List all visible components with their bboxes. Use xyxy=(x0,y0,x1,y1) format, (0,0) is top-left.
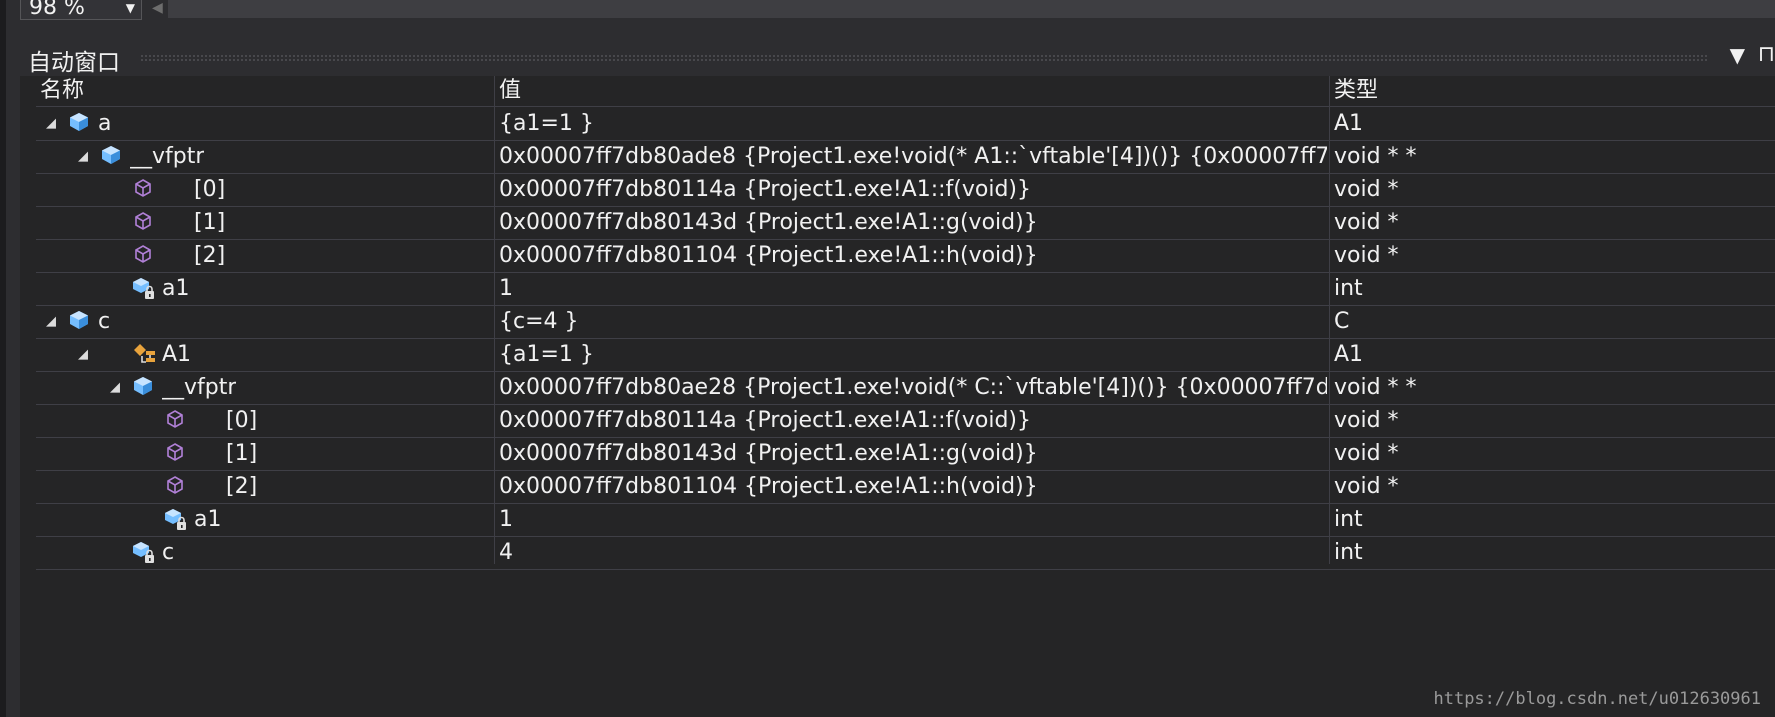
variable-type: void * xyxy=(1334,243,1399,268)
variable-name: [0] xyxy=(226,408,258,433)
variable-name: [2] xyxy=(194,243,226,268)
method-cube-icon xyxy=(132,177,154,203)
method-cube-icon xyxy=(164,441,186,467)
variable-type: int xyxy=(1334,276,1363,301)
variable-value[interactable]: 0x00007ff7db80114a {Project1.exe!A1::f(v… xyxy=(499,173,1327,206)
variable-value[interactable]: {c=4 } xyxy=(499,305,1327,338)
panel-title: 自动窗口 xyxy=(28,50,120,76)
variable-value[interactable]: 0x00007ff7db801104 {Project1.exe!A1::h(v… xyxy=(499,239,1327,272)
window-menu-dropdown-icon[interactable]: ▼ xyxy=(1730,43,1745,67)
expand-collapse-icon[interactable]: ◢ xyxy=(110,371,120,404)
variable-row[interactable]: [0] 0x00007ff7db80114a {Project1.exe!A1::… xyxy=(36,404,1775,438)
variable-row[interactable]: [2] 0x00007ff7db801104 {Project1.exe!A1::… xyxy=(36,239,1775,273)
variable-type: C xyxy=(1334,309,1350,334)
watermark: https://blog.csdn.net/u012630961 xyxy=(1433,689,1761,709)
variable-row[interactable]: a1 1 int xyxy=(36,272,1775,306)
variable-name: __vfptr xyxy=(162,375,237,400)
private-field-icon xyxy=(132,540,158,570)
variable-type: void * xyxy=(1334,474,1399,499)
variable-type: void * xyxy=(1334,177,1399,202)
variable-value[interactable]: 0x00007ff7db80114a {Project1.exe!A1::f(v… xyxy=(499,404,1327,437)
variable-value[interactable]: 0x00007ff7db80ade8 {Project1.exe!void(* … xyxy=(499,140,1327,173)
chevron-down-icon: ▼ xyxy=(125,1,135,15)
private-field-icon xyxy=(132,276,158,306)
method-cube-icon xyxy=(164,408,186,434)
variable-name: __vfptr xyxy=(130,144,205,169)
variable-type: int xyxy=(1334,540,1363,565)
variable-type: void * * xyxy=(1334,375,1417,400)
variable-row[interactable]: [1] 0x00007ff7db80143d {Project1.exe!A1::… xyxy=(36,437,1775,471)
grid-header: 名称 值 类型 xyxy=(36,76,1775,107)
method-cube-icon xyxy=(164,474,186,500)
variables-grid: 名称 值 类型 ◢ a {a1=1 } A1 ◢ __vfptr 0x00007ff7db8… xyxy=(36,76,1775,717)
method-cube-icon xyxy=(132,210,154,236)
variable-row[interactable]: ◢ A1 {a1=1 } A1 xyxy=(36,338,1775,372)
variable-row[interactable]: ◢ __vfptr 0x00007ff7db80ade8 {Project1.exe… xyxy=(36,140,1775,174)
variable-type: A1 xyxy=(1334,342,1364,367)
base-class-icon xyxy=(132,342,160,372)
column-header-value[interactable]: 值 xyxy=(499,76,521,106)
expand-collapse-icon[interactable]: ◢ xyxy=(78,140,88,173)
variable-name: a xyxy=(98,111,112,136)
variable-value[interactable]: {a1=1 } xyxy=(499,338,1327,371)
pin-icon[interactable]: ⊓ xyxy=(1758,42,1775,67)
variable-name: [1] xyxy=(226,441,258,466)
field-cube-icon xyxy=(132,375,154,401)
variable-value[interactable]: 0x00007ff7db801104 {Project1.exe!A1::h(v… xyxy=(499,470,1327,503)
panel-titlebar: 自动窗口 ▼ ⊓ xyxy=(20,40,1775,76)
private-field-icon xyxy=(164,507,190,537)
variable-name: c xyxy=(98,309,111,334)
window-left-edge xyxy=(0,0,6,717)
column-header-type[interactable]: 类型 xyxy=(1334,76,1378,106)
variable-value[interactable]: 0x00007ff7db80ae28 {Project1.exe!void(* … xyxy=(499,371,1327,404)
variable-type: void * * xyxy=(1334,144,1417,169)
variable-value[interactable]: 1 xyxy=(499,503,1327,536)
variable-type: void * xyxy=(1334,210,1399,235)
variable-value[interactable]: 0x00007ff7db80143d {Project1.exe!A1::g(v… xyxy=(499,206,1327,239)
horizontal-scrollbar[interactable] xyxy=(168,0,1775,18)
field-cube-icon xyxy=(100,144,122,170)
variable-name: [1] xyxy=(194,210,226,235)
variable-value[interactable]: 0x00007ff7db80143d {Project1.exe!A1::g(v… xyxy=(499,437,1327,470)
variable-row[interactable]: ◢ a {a1=1 } A1 xyxy=(36,107,1775,141)
autos-window: 自动窗口 ▼ ⊓ 名称 值 类型 ◢ a {a1=1 } A1 ◢ __vfptr 0x00… xyxy=(20,40,1775,717)
titlebar-grip[interactable] xyxy=(140,54,1707,62)
variable-row[interactable]: c 4 int xyxy=(36,536,1775,570)
zoom-value: 98 % xyxy=(29,0,85,20)
variable-name: c xyxy=(162,540,175,565)
expand-collapse-icon[interactable]: ◢ xyxy=(46,305,56,338)
expand-collapse-icon[interactable]: ◢ xyxy=(46,107,56,140)
variable-type: int xyxy=(1334,507,1363,532)
field-cube-icon xyxy=(68,309,90,335)
editor-toolbar: 98 % ▼ ◀ xyxy=(6,0,1775,36)
variable-row[interactable]: ◢ c {c=4 } C xyxy=(36,305,1775,339)
variable-name: A1 xyxy=(162,342,192,367)
variable-type: A1 xyxy=(1334,111,1364,136)
variable-name: [2] xyxy=(226,474,258,499)
variable-value[interactable]: 4 xyxy=(499,536,1327,569)
variable-row[interactable]: [2] 0x00007ff7db801104 {Project1.exe!A1::… xyxy=(36,470,1775,504)
expand-collapse-icon[interactable]: ◢ xyxy=(78,338,88,371)
variable-type: void * xyxy=(1334,441,1399,466)
variable-type: void * xyxy=(1334,408,1399,433)
variable-name: a1 xyxy=(194,507,222,532)
variable-name: a1 xyxy=(162,276,190,301)
method-cube-icon xyxy=(132,243,154,269)
variable-row[interactable]: ◢ __vfptr 0x00007ff7db80ae28 {Project1.exe… xyxy=(36,371,1775,405)
scroll-left-arrow-icon[interactable]: ◀ xyxy=(152,0,163,16)
column-header-name[interactable]: 名称 xyxy=(40,76,84,106)
variable-row[interactable]: [1] 0x00007ff7db80143d {Project1.exe!A1::… xyxy=(36,206,1775,240)
variable-value[interactable]: 1 xyxy=(499,272,1327,305)
variable-row[interactable]: a1 1 int xyxy=(36,503,1775,537)
variable-row[interactable]: [0] 0x00007ff7db80114a {Project1.exe!A1::… xyxy=(36,173,1775,207)
zoom-combobox[interactable]: 98 % ▼ xyxy=(20,0,142,20)
variable-value[interactable]: {a1=1 } xyxy=(499,107,1327,140)
variable-name: [0] xyxy=(194,177,226,202)
field-cube-icon xyxy=(68,111,90,137)
